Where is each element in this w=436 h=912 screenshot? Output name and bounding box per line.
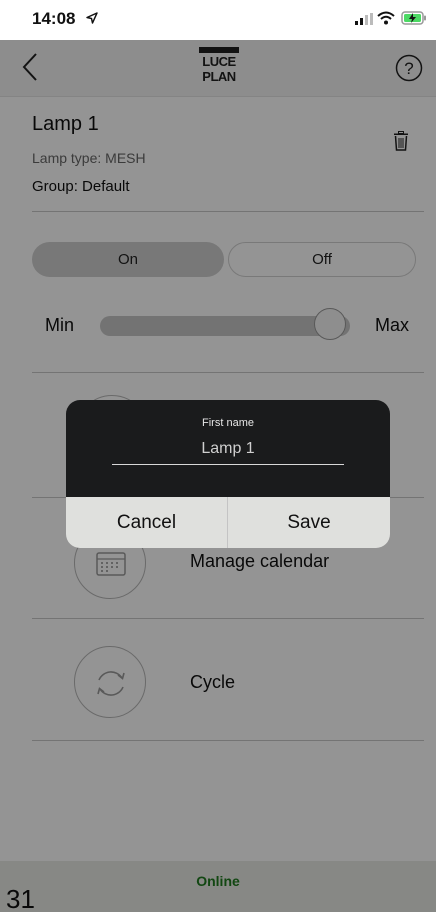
status-time: 14:08 <box>32 9 76 28</box>
dialog-actions: Cancel Save <box>66 497 390 548</box>
rename-dialog: First name Cancel Save <box>66 400 390 548</box>
location-arrow-icon <box>86 12 98 24</box>
status-bar: 14:08 <box>0 0 436 40</box>
first-name-label: First name <box>202 417 254 429</box>
cancel-button[interactable]: Cancel <box>66 497 228 548</box>
wifi-icon <box>377 11 395 25</box>
dialog-body: First name <box>66 400 390 497</box>
first-name-input[interactable] <box>112 433 344 465</box>
cellular-signal-icon <box>355 13 373 25</box>
battery-charging-icon <box>401 11 426 25</box>
save-button[interactable]: Save <box>228 497 390 548</box>
